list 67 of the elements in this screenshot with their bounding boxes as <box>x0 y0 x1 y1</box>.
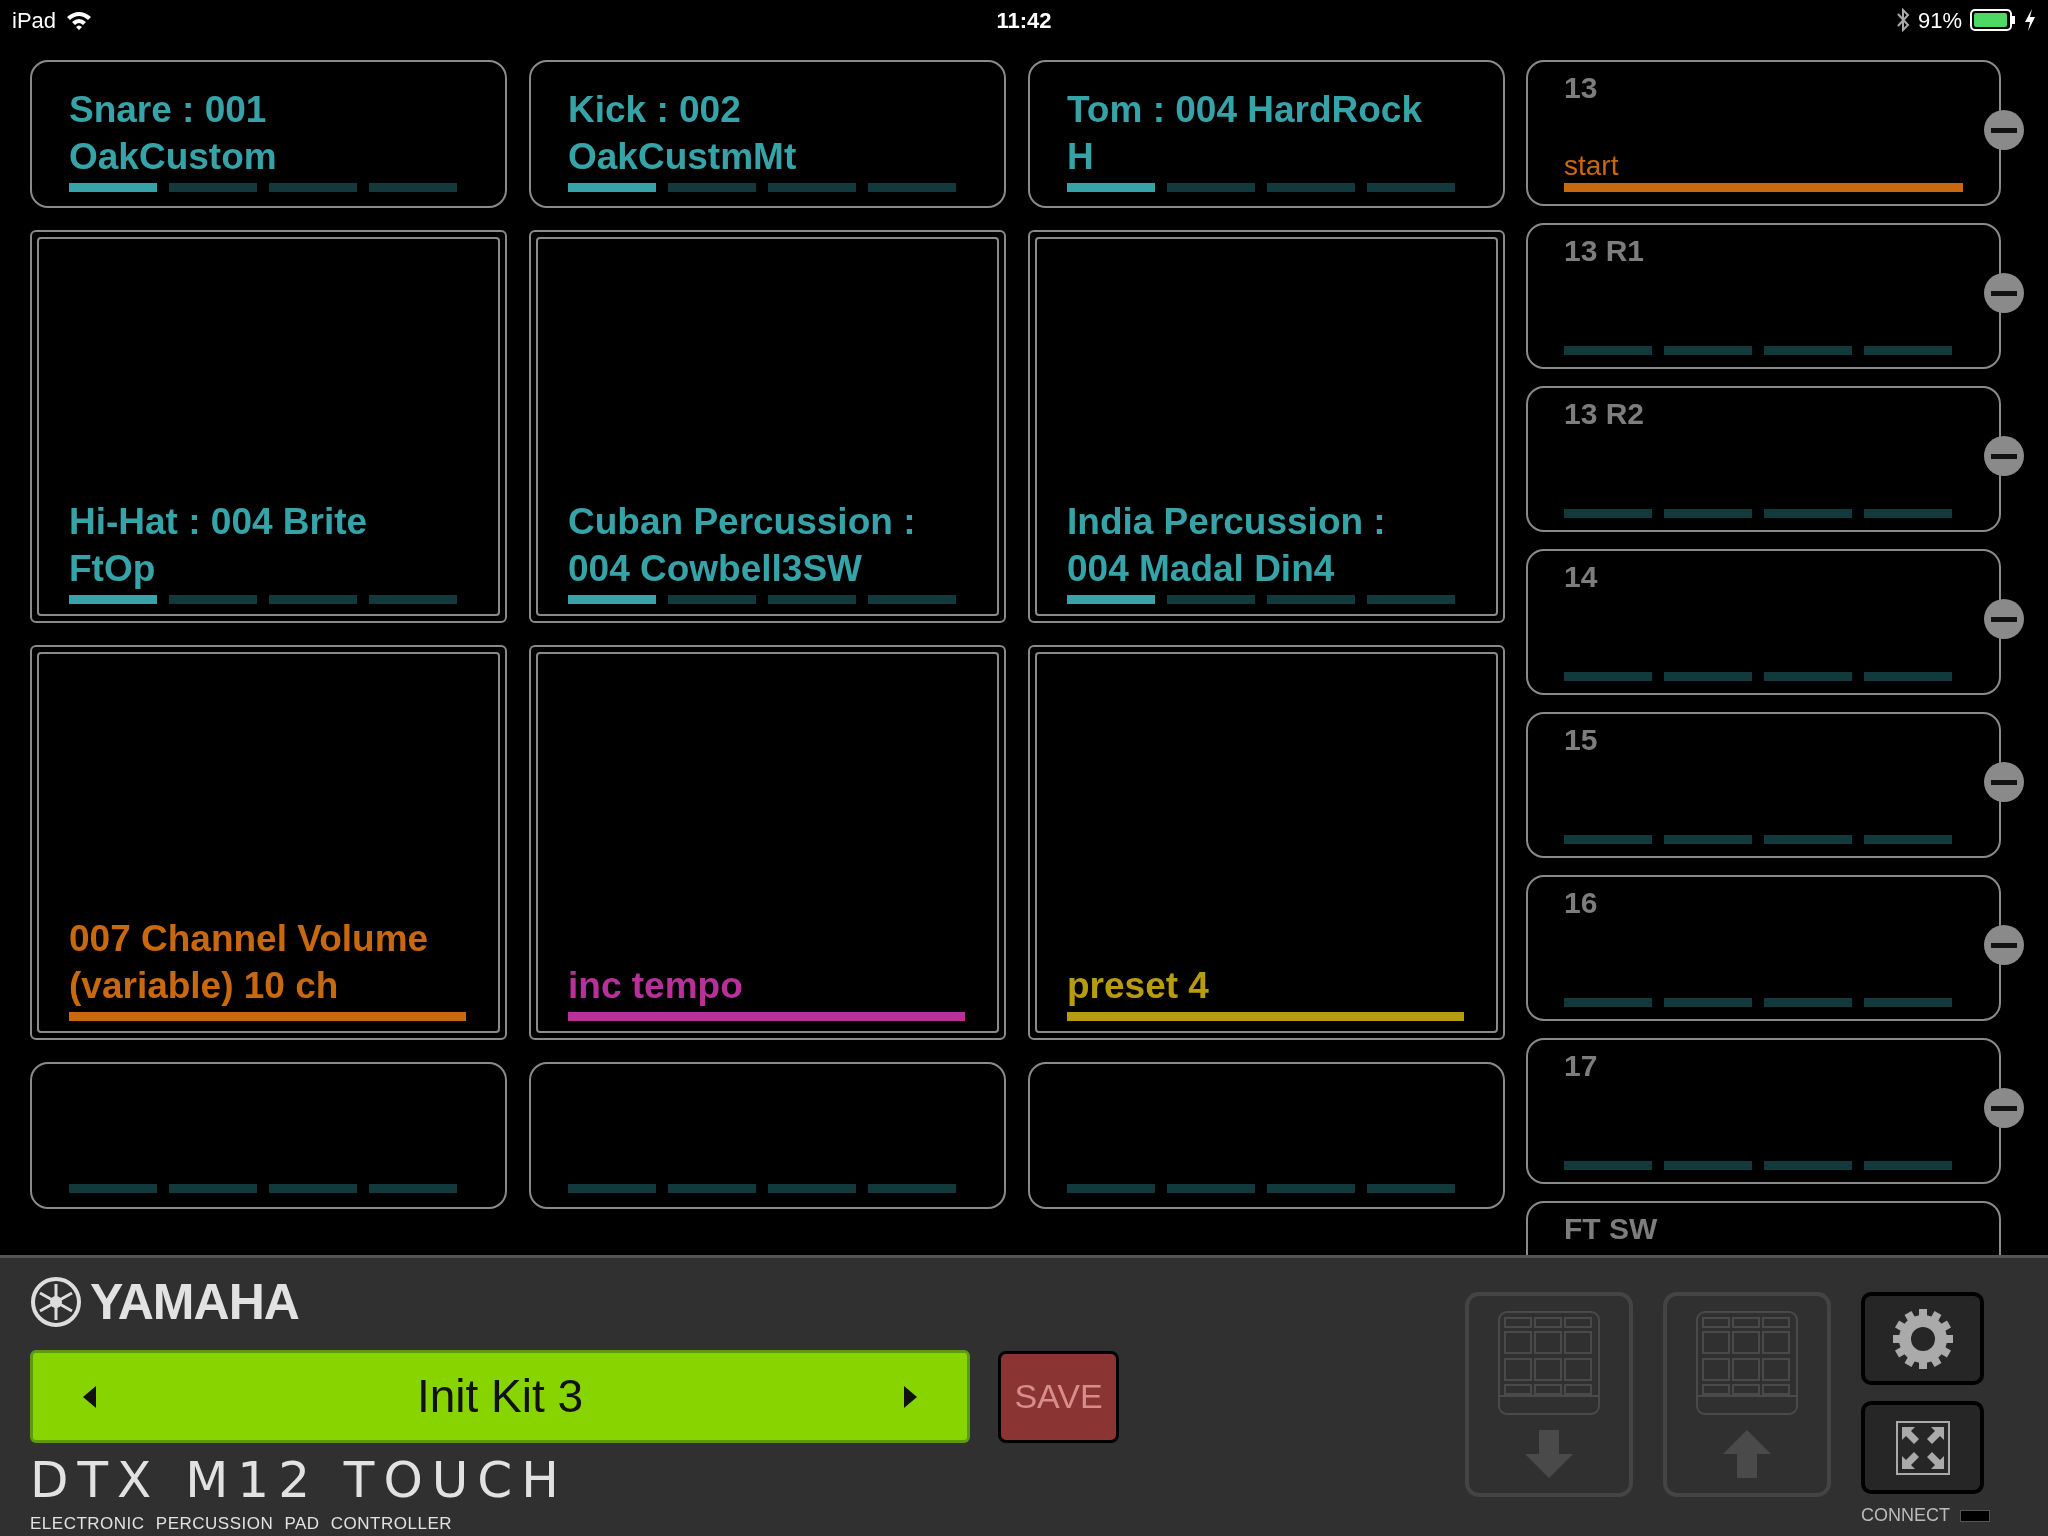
pad-slot[interactable]: 16 <box>1526 875 2001 1021</box>
settings-icon <box>1891 1307 1954 1370</box>
remove-button[interactable] <box>1984 110 2024 150</box>
drum-pad[interactable]: inc tempo <box>529 645 1006 1040</box>
pad-slot[interactable]: 14 <box>1526 549 2001 695</box>
previous-arrow-icon[interactable] <box>83 1385 97 1408</box>
pad-slot[interactable]: 17 <box>1526 1038 2001 1184</box>
slot-label: 16 <box>1564 885 1599 921</box>
connect-label: CONNECT <box>1861 1504 1950 1527</box>
fullscreen-button[interactable] <box>1861 1401 1984 1494</box>
kit-selector[interactable]: Init Kit 3 <box>30 1350 970 1443</box>
drum-pad[interactable] <box>529 1062 1006 1209</box>
expand-arrows-icon <box>1894 1419 1951 1476</box>
drum-pad[interactable]: Kick : 002 OakCustmMt <box>529 60 1006 208</box>
drum-pad[interactable] <box>1028 1062 1505 1209</box>
drum-pad[interactable] <box>30 1062 507 1209</box>
drum-pad[interactable]: India Percussion : 004 Madal Din4 <box>1028 230 1505 623</box>
device-name: iPad <box>12 6 57 35</box>
battery-percentage: 91% <box>1917 6 1962 35</box>
next-arrow-icon[interactable] <box>903 1385 917 1408</box>
slot-label: 15 <box>1564 722 1599 758</box>
remove-button[interactable] <box>1984 1088 2024 1128</box>
pad-label: Hi-Hat : 004 Brite FtOp <box>69 500 369 591</box>
clock-time: 11:42 <box>996 6 1052 35</box>
brand-name: YAMAHA <box>90 1277 299 1327</box>
pad-label: India Percussion : 004 Madal Din4 <box>1067 500 1387 591</box>
product-title: DTX M12 TOUCH <box>30 1455 569 1505</box>
bluetooth-icon <box>1895 8 1910 32</box>
emblem-icon <box>30 1276 82 1328</box>
pad-label: Tom : 004 HardRock H <box>1067 88 1424 179</box>
wifi-icon <box>66 10 93 30</box>
charging-bolt-icon <box>2024 9 2036 31</box>
slot-label: 13 <box>1564 70 1599 106</box>
pad-label: Cuban Percussion : 004 Cowbell3SW <box>568 500 917 591</box>
pad-label: inc tempo <box>568 964 744 1008</box>
pad-slot[interactable]: 15 <box>1526 712 2001 858</box>
remove-button[interactable] <box>1984 599 2024 639</box>
pad-slot[interactable]: 13 start <box>1526 60 2001 206</box>
kit-name: Init Kit 3 <box>416 1369 584 1424</box>
pad-label: preset 4 <box>1067 964 1210 1008</box>
pad-slot[interactable]: 13 R1 <box>1526 223 2001 369</box>
slot-label: 14 <box>1564 559 1599 595</box>
grid-up-arrow-icon <box>1695 1309 1799 1480</box>
pad-slot[interactable]: 13 R2 <box>1526 386 2001 532</box>
slot-label: 17 <box>1564 1048 1599 1084</box>
drum-pad[interactable]: Snare : 001 OakCustom <box>30 60 507 208</box>
grid-down-arrow-icon <box>1497 1309 1601 1480</box>
remove-button[interactable] <box>1984 436 2024 476</box>
pad-label: Kick : 002 OakCustmMt <box>568 88 798 179</box>
product-subtitle: ELECTRONIC PERCUSSION PAD CONTROLLER <box>30 1513 454 1535</box>
battery-icon <box>1970 9 2016 31</box>
drum-pad[interactable]: Tom : 004 HardRock H <box>1028 60 1505 208</box>
save-button[interactable]: SAVE <box>998 1350 1119 1443</box>
pad-label: 007 Channel Volume (variable) 10 ch <box>69 917 430 1008</box>
slot-label: 13 R1 <box>1564 233 1646 269</box>
drum-pad[interactable]: preset 4 <box>1028 645 1505 1040</box>
settings-button[interactable] <box>1861 1292 1984 1385</box>
slot-label: 13 R2 <box>1564 396 1646 432</box>
slot-label: FT SW <box>1564 1211 1659 1247</box>
remove-button[interactable] <box>1984 925 2024 965</box>
drum-pad[interactable]: Cuban Percussion : 004 Cowbell3SW <box>529 230 1006 623</box>
drum-pad[interactable]: Hi-Hat : 004 Brite FtOp <box>30 230 507 623</box>
assignment-label: start <box>1564 149 1620 183</box>
pad-label: Snare : 001 OakCustom <box>69 88 278 179</box>
remove-button[interactable] <box>1984 273 2024 313</box>
remove-button[interactable] <box>1984 762 2024 802</box>
drum-pad[interactable]: 007 Channel Volume (variable) 10 ch <box>30 645 507 1040</box>
